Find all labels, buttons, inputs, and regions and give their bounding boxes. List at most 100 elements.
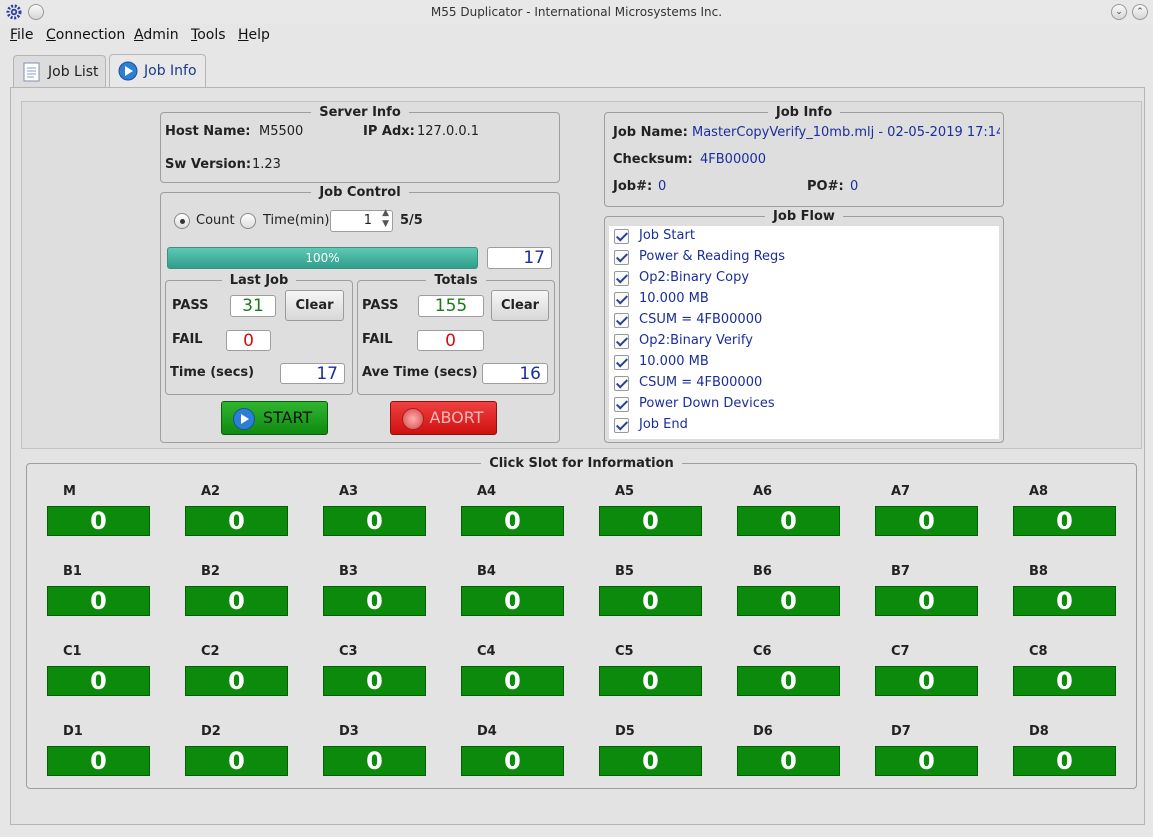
menu-connection[interactable]: Connection <box>46 27 125 43</box>
slot-button[interactable]: 0 <box>875 506 978 536</box>
slot-button[interactable]: 0 <box>1013 586 1116 616</box>
last-fail-label: FAIL <box>172 332 203 347</box>
last-time-value: 17 <box>316 364 338 384</box>
slot-label: D1 <box>63 724 83 739</box>
slot-label: C8 <box>1029 644 1048 659</box>
checkbox-checked-icon[interactable] <box>614 376 629 391</box>
slot-label: A4 <box>477 484 497 499</box>
slot-button[interactable]: 0 <box>1013 666 1116 696</box>
start-button[interactable]: START <box>221 401 328 435</box>
menu-help[interactable]: Help <box>238 27 270 43</box>
checkbox-checked-icon[interactable] <box>614 250 629 265</box>
ave-time-value: 16 <box>519 364 541 384</box>
last-fail-field: 0 <box>226 330 271 351</box>
slot-button[interactable]: 0 <box>47 586 150 616</box>
checkbox-checked-icon[interactable] <box>614 292 629 307</box>
checkbox-checked-icon[interactable] <box>614 355 629 370</box>
slot-button[interactable]: 0 <box>599 506 702 536</box>
spinner-arrows-icon[interactable]: ▲ ▼ <box>382 208 389 230</box>
slot-button[interactable]: 0 <box>47 506 150 536</box>
menu-file[interactable]: File <box>10 27 33 43</box>
time-label: Time(min) <box>263 213 330 228</box>
slot-button[interactable]: 0 <box>185 506 288 536</box>
ip-address-value: 127.0.0.1 <box>417 124 480 139</box>
slot-button[interactable]: 0 <box>875 746 978 776</box>
slot-button[interactable]: 0 <box>737 746 840 776</box>
checkbox-checked-icon[interactable] <box>614 418 629 433</box>
slot-label: D8 <box>1029 724 1049 739</box>
slot-label: C2 <box>201 644 220 659</box>
slot-button[interactable]: 0 <box>875 586 978 616</box>
totals-clear-button[interactable]: Clear <box>491 290 549 321</box>
count-radio[interactable] <box>174 213 190 229</box>
count-spinner[interactable]: 1 ▲ ▼ <box>330 208 393 232</box>
checkbox-checked-icon[interactable] <box>614 397 629 412</box>
job-flow-title: Job Flow <box>773 209 835 224</box>
slot-label: C7 <box>891 644 910 659</box>
slot-button[interactable]: 0 <box>599 746 702 776</box>
slot-button[interactable]: 0 <box>599 586 702 616</box>
slot-button[interactable]: 0 <box>323 666 426 696</box>
flow-item-label: CSUM = 4FB00000 <box>639 375 763 390</box>
last-pass-label: PASS <box>172 298 209 313</box>
abort-button[interactable]: ABORT <box>390 401 497 435</box>
totals-pass-field: 155 <box>418 295 484 317</box>
slot-button[interactable]: 0 <box>461 506 564 536</box>
menu-tools[interactable]: Tools <box>191 27 226 43</box>
slot-button[interactable]: 0 <box>185 586 288 616</box>
slot-button[interactable]: 0 <box>47 746 150 776</box>
host-name-label: Host Name: <box>165 124 251 139</box>
flow-item-label: 10.000 MB <box>639 291 709 306</box>
slot-button[interactable]: 0 <box>461 746 564 776</box>
slot-button[interactable]: 0 <box>1013 746 1116 776</box>
tab-job-list[interactable]: Job List <box>13 55 106 87</box>
tab-job-info[interactable]: Job Info <box>109 54 206 88</box>
slot-button[interactable]: 0 <box>599 666 702 696</box>
slot-button[interactable]: 0 <box>185 746 288 776</box>
slot-button[interactable]: 0 <box>737 506 840 536</box>
slot-label: C5 <box>615 644 634 659</box>
maximize-icon[interactable]: ⌃ <box>1132 4 1148 20</box>
job-info-title: Job Info <box>775 105 833 120</box>
slot-label: M <box>63 484 76 499</box>
slot-button[interactable]: 0 <box>323 746 426 776</box>
slot-label: B4 <box>477 564 496 579</box>
checkbox-checked-icon[interactable] <box>614 271 629 286</box>
menu-admin[interactable]: Admin <box>134 27 179 43</box>
last-job-clear-button[interactable]: Clear <box>285 290 344 321</box>
count-label: Count <box>196 213 235 228</box>
checkbox-checked-icon[interactable] <box>614 334 629 349</box>
flow-item-label: Op2:Binary Verify <box>639 333 753 348</box>
menu-bar: File Connection Admin Tools Help <box>0 24 1153 46</box>
slot-label: B3 <box>339 564 358 579</box>
slot-button[interactable]: 0 <box>737 586 840 616</box>
slot-button[interactable]: 0 <box>461 666 564 696</box>
slot-button[interactable]: 0 <box>461 586 564 616</box>
slot-label: C4 <box>477 644 496 659</box>
last-time-label: Time (secs) <box>170 365 255 380</box>
po-number-value: 0 <box>850 179 859 194</box>
slot-label: A5 <box>615 484 635 499</box>
slot-button[interactable]: 0 <box>323 586 426 616</box>
slot-label: A3 <box>339 484 359 499</box>
slot-button[interactable]: 0 <box>185 666 288 696</box>
last-time-field: 17 <box>280 363 345 384</box>
checkbox-checked-icon[interactable] <box>614 313 629 328</box>
time-radio[interactable] <box>240 213 256 229</box>
slot-label: D4 <box>477 724 497 739</box>
slot-button[interactable]: 0 <box>875 666 978 696</box>
slot-label: B8 <box>1029 564 1048 579</box>
job-number-value: 0 <box>658 179 667 194</box>
tab-job-info-label: Job Info <box>144 63 197 79</box>
slot-button[interactable]: 0 <box>47 666 150 696</box>
last-job-title: Last Job <box>229 273 289 288</box>
checkbox-checked-icon[interactable] <box>614 229 629 244</box>
abort-label: ABORT <box>429 408 484 427</box>
slot-button[interactable]: 0 <box>737 666 840 696</box>
slot-button[interactable]: 0 <box>1013 506 1116 536</box>
slot-button[interactable]: 0 <box>323 506 426 536</box>
minimize-icon[interactable]: ⌄ <box>1111 4 1127 20</box>
flow-item-label: Power & Reading Regs <box>639 249 786 264</box>
totals-fail-field: 0 <box>417 330 484 351</box>
sw-version-value: 1.23 <box>252 157 281 172</box>
